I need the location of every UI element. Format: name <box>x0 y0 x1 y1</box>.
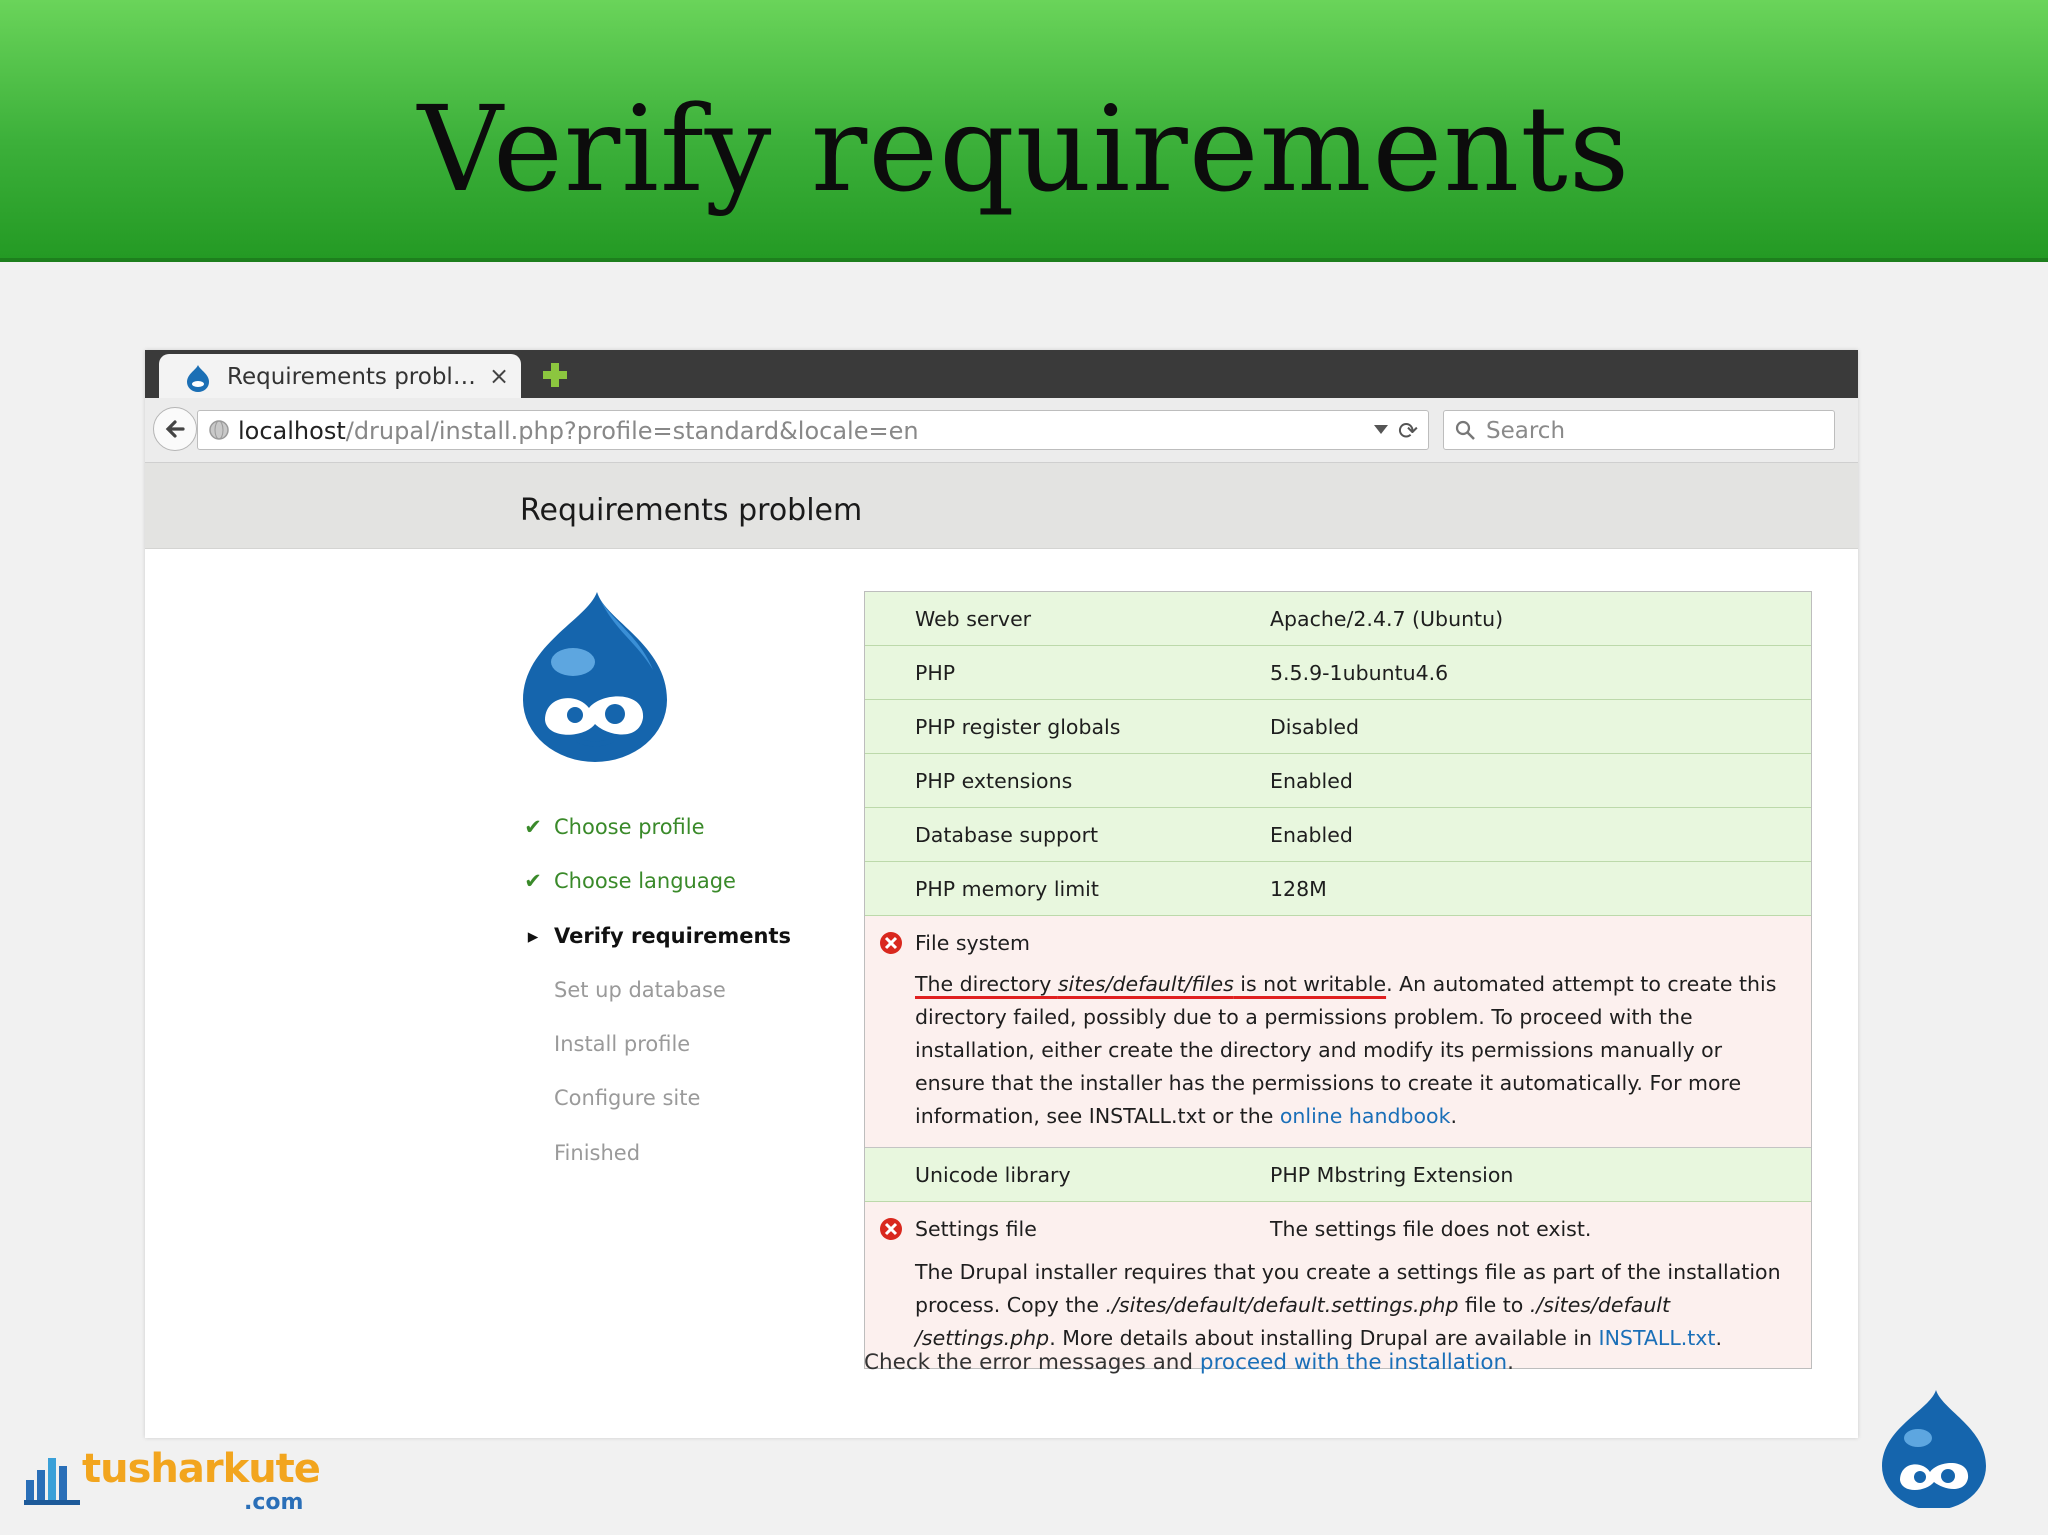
drupal-corner-logo <box>1882 1390 1986 1508</box>
settings-description: The Drupal installer requires that you c… <box>915 1260 1781 1350</box>
checkmark-icon: ✔ <box>524 869 542 894</box>
tab-title: Requirements probl… <box>227 364 476 390</box>
back-arrow-icon <box>165 420 185 438</box>
back-button[interactable] <box>153 407 197 451</box>
search-input[interactable] <box>1484 415 1828 447</box>
globe-icon <box>209 420 229 440</box>
slide-title: Verify requirements <box>417 80 1631 218</box>
url-text: localhost/drupal/install.php?profile=sta… <box>238 417 919 445</box>
address-bar[interactable]: localhost/drupal/install.php?profile=sta… <box>197 410 1429 450</box>
brand-name: tusharkute <box>82 1446 321 1492</box>
search-box[interactable] <box>1443 410 1835 450</box>
drupal-drop-icon <box>187 365 209 392</box>
url-path: /drupal/install.php?profile=standard&loc… <box>345 417 919 445</box>
footer-message: Check the error messages and proceed wit… <box>864 1350 1514 1375</box>
url-dropdown-icon[interactable] <box>1374 425 1388 434</box>
install-txt-link[interactable]: INSTALL.txt <box>1599 1326 1716 1350</box>
requirement-row-web-server: Web server Apache/2.4.7 (Ubuntu) <box>865 592 1811 646</box>
browser-window: Requirements probl… × localhost/drupal/i… <box>145 350 1858 1438</box>
requirement-row-unicode: Unicode library PHP Mbstring Extension <box>865 1148 1811 1202</box>
navigation-toolbar: localhost/drupal/install.php?profile=sta… <box>145 398 1858 463</box>
search-icon <box>1455 420 1475 440</box>
url-host: localhost <box>238 417 346 445</box>
tab-bar: Requirements probl… × <box>145 350 1858 400</box>
requirement-row-php: PHP 5.5.9-1ubuntu4.6 <box>865 646 1811 700</box>
file-system-description: The directory sites/default/files is not… <box>915 972 1777 1128</box>
error-icon <box>880 1218 902 1240</box>
slide-banner: Verify requirements <box>0 0 2048 262</box>
triangle-right-icon: ▸ <box>527 923 539 948</box>
page-title: Requirements problem <box>520 493 863 528</box>
requirement-row-file-system: File system The directory sites/default/… <box>865 916 1811 1148</box>
browser-tab[interactable]: Requirements probl… × <box>159 354 521 400</box>
close-tab-icon[interactable]: × <box>489 362 509 390</box>
requirements-table: Web server Apache/2.4.7 (Ubuntu) PHP 5.5… <box>864 591 1812 1369</box>
checkmark-icon: ✔ <box>524 815 542 839</box>
brand-logo: tusharkute .com <box>22 1440 322 1520</box>
proceed-installation-link[interactable]: proceed with the installation <box>1200 1350 1507 1375</box>
drupal-logo <box>523 592 667 762</box>
error-icon <box>880 932 902 954</box>
not-writable-highlight: The directory sites/default/files is not… <box>915 972 1387 996</box>
new-tab-plus-icon[interactable] <box>540 360 570 390</box>
requirement-row-database: Database support Enabled <box>865 808 1811 862</box>
requirement-row-settings: Settings file The settings file does not… <box>865 1202 1811 1368</box>
reload-icon[interactable]: ⟳ <box>1398 417 1418 445</box>
requirement-row-extensions: PHP extensions Enabled <box>865 754 1811 808</box>
online-handbook-link[interactable]: online handbook <box>1280 1104 1451 1128</box>
page-header: Requirements problem <box>145 463 1858 549</box>
brand-domain: .com <box>244 1490 304 1515</box>
requirement-row-register-globals: PHP register globals Disabled <box>865 700 1811 754</box>
bar-chart-logo-icon <box>24 1458 80 1505</box>
requirement-row-memory: PHP memory limit 128M <box>865 862 1811 916</box>
